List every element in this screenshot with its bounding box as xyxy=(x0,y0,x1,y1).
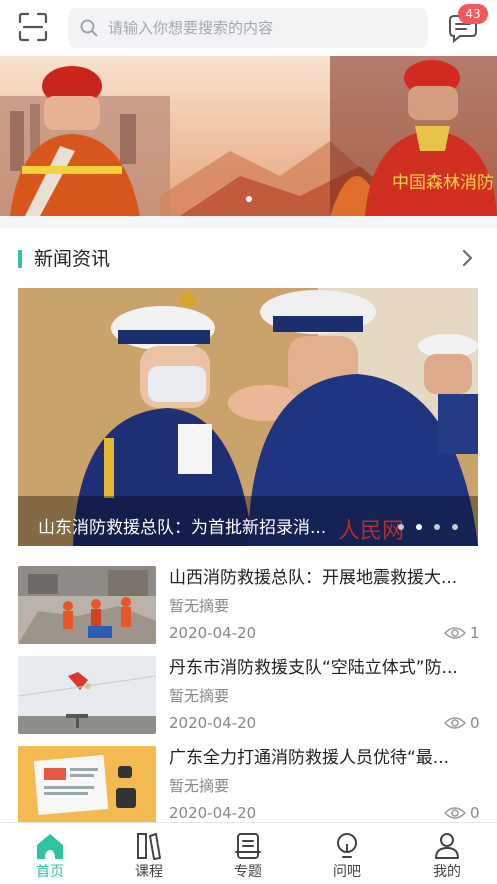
hero-dot-active xyxy=(416,524,422,530)
section-accent-bar xyxy=(18,250,22,268)
tab-course[interactable]: 课程 xyxy=(99,823,199,884)
news-title: 丹东市消防救援支队“空陆立体式”防... xyxy=(169,658,458,678)
section-title: 新闻资讯 xyxy=(34,248,111,270)
eye-icon xyxy=(444,807,466,819)
tab-label: 课程 xyxy=(135,864,163,880)
search-input[interactable]: 请输入你想要搜索的内容 xyxy=(68,8,428,48)
hero-news-title[interactable]: 山东消防救援总队：为首批新招录消... xyxy=(38,516,326,540)
news-summary: 暂无摘要 xyxy=(169,777,230,795)
question-icon xyxy=(337,833,357,858)
news-date: 2020-04-20 xyxy=(169,804,257,822)
banner-carousel[interactable]: 中国森林消防 xyxy=(0,56,497,216)
bottom-tab-bar: 首页 课程 专题 问吧 我的 xyxy=(0,822,497,884)
chevron-right-icon[interactable] xyxy=(460,249,474,267)
news-date: 2020-04-20 xyxy=(169,624,257,642)
tab-label: 问吧 xyxy=(333,864,361,880)
news-list-item[interactable]: 丹东市消防救援支队“空陆立体式”防... 暂无摘要 2020-04-20 0 xyxy=(0,656,497,746)
news-summary: 暂无摘要 xyxy=(169,687,230,705)
view-count: 0 xyxy=(470,714,480,732)
scan-icon[interactable] xyxy=(18,12,48,42)
tab-topic[interactable]: 专题 xyxy=(198,823,298,884)
news-summary: 暂无摘要 xyxy=(169,597,230,615)
view-count: 1 xyxy=(470,624,480,642)
hero-news-image[interactable]: 人民网 xyxy=(18,288,478,546)
banner-image: 中国森林消防 xyxy=(0,56,497,216)
eye-icon xyxy=(444,627,466,639)
view-count: 0 xyxy=(470,804,480,822)
banner-image-text: 中国森林消防 xyxy=(392,173,494,193)
hero-dot xyxy=(452,524,458,530)
eye-icon xyxy=(444,717,466,729)
banner-dot-active xyxy=(246,196,252,202)
search-placeholder: 请输入你想要搜索的内容 xyxy=(108,19,274,37)
search-icon xyxy=(80,19,98,37)
home-icon xyxy=(37,834,63,859)
news-thumbnail xyxy=(18,656,156,734)
course-icon xyxy=(137,833,161,860)
tab-label: 专题 xyxy=(234,864,262,880)
section-separator xyxy=(0,216,497,228)
news-title: 山西消防救援总队：开展地震救援大... xyxy=(169,568,458,588)
news-title: 广东全力打通消防救援人员优待“最... xyxy=(169,748,450,768)
tab-profile[interactable]: 我的 xyxy=(397,823,497,884)
news-thumbnail xyxy=(18,566,156,644)
topic-icon xyxy=(235,833,261,859)
hero-dot xyxy=(434,524,440,530)
tab-label: 首页 xyxy=(36,864,64,880)
news-list-item[interactable]: 山西消防救援总队：开展地震救援大... 暂无摘要 2020-04-20 1 xyxy=(0,566,497,656)
top-bar: 请输入你想要搜索的内容 43 xyxy=(0,0,497,56)
tab-label: 我的 xyxy=(433,864,461,880)
banner-indicator xyxy=(244,194,254,204)
hero-watermark: 人民网 xyxy=(338,519,404,544)
hero-dot xyxy=(398,524,404,530)
news-date: 2020-04-20 xyxy=(169,714,257,732)
hero-photo: 人民网 xyxy=(18,288,478,546)
tab-question[interactable]: 问吧 xyxy=(297,823,397,884)
tab-home[interactable]: 首页 xyxy=(0,823,100,884)
profile-icon xyxy=(435,833,459,859)
news-thumbnail xyxy=(18,746,156,824)
message-badge: 43 xyxy=(458,4,488,24)
